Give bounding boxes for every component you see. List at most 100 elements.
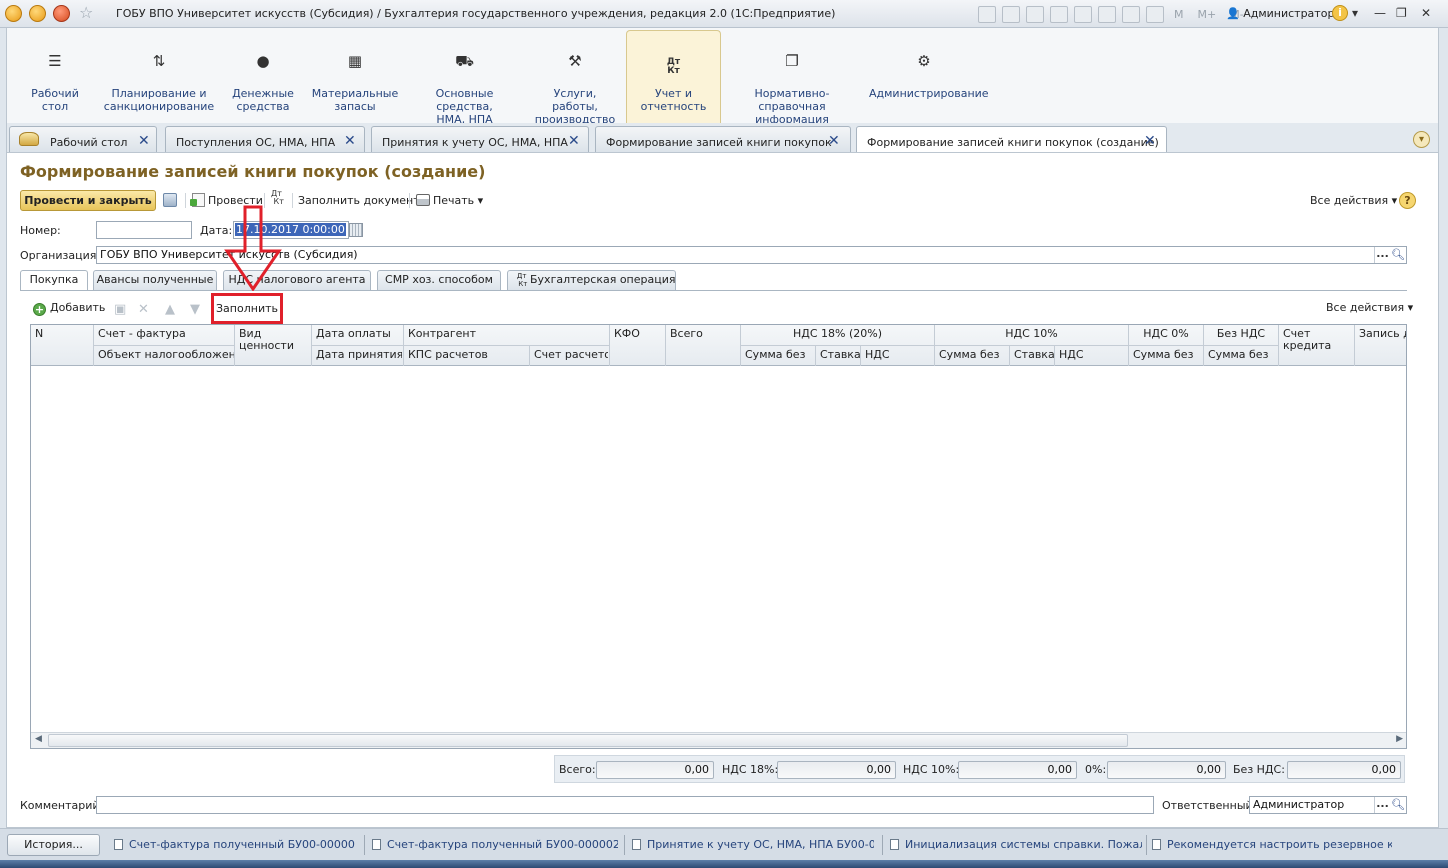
- col-vat0-sum[interactable]: Сумма без: [1129, 346, 1203, 361]
- col-pay-date[interactable]: Дата оплаты: [312, 325, 402, 340]
- add-favorite-icon[interactable]: [1050, 5, 1068, 23]
- section-planning[interactable]: ⇅ Планирование и санкционирование: [100, 28, 218, 123]
- add-row-button[interactable]: + Добавить: [33, 298, 105, 318]
- number-field[interactable]: [96, 221, 192, 239]
- section-services[interactable]: ⚒ Услуги, работы, производство: [529, 28, 621, 127]
- print-button[interactable]: Печать ▾: [416, 190, 483, 211]
- col-vat18-group[interactable]: НДС 18% (20%): [741, 325, 934, 340]
- minimize-icon[interactable]: —: [1374, 6, 1386, 20]
- col-no-vat-sum[interactable]: Сумма без: [1204, 346, 1278, 361]
- section-desktop[interactable]: ☰ Рабочий стол: [17, 28, 93, 123]
- 1c-logo-icon[interactable]: [5, 5, 22, 22]
- tab-construction[interactable]: СМР хоз. способом: [377, 270, 501, 290]
- col-vat10-rate[interactable]: Ставка: [1010, 346, 1054, 361]
- search-icon[interactable]: 🔍︎: [1391, 798, 1405, 812]
- organization-field[interactable]: ГОБУ ВПО Университет искусств (Субсидия)…: [96, 246, 1407, 264]
- close-icon[interactable]: ✕: [138, 133, 150, 149]
- section-admin[interactable]: ⚙ Администрирование: [869, 28, 989, 123]
- save-button[interactable]: [163, 190, 180, 211]
- home-icon[interactable]: [53, 5, 70, 22]
- history-button[interactable]: История...: [7, 834, 100, 856]
- col-total[interactable]: Всего: [666, 325, 740, 340]
- calendar-icon[interactable]: [349, 223, 363, 237]
- col-tax-object[interactable]: Объект налогообложения: [94, 346, 234, 361]
- col-no-vat[interactable]: Без НДС: [1204, 325, 1278, 340]
- close-icon[interactable]: ✕: [828, 133, 840, 149]
- favorites-star-icon[interactable]: ☆: [79, 3, 93, 22]
- history-item[interactable]: Рекомендуется настроить резервное коп...: [1152, 838, 1392, 851]
- select-button[interactable]: ...: [1374, 247, 1390, 263]
- col-n[interactable]: N: [31, 325, 93, 340]
- history-item[interactable]: Принятие к учету ОС, НМА, НПА БУ00-00...: [632, 838, 874, 851]
- fill-document-button[interactable]: Заполнить документ: [298, 190, 420, 211]
- search-icon[interactable]: 🔍︎: [1391, 248, 1405, 262]
- responsible-field[interactable]: Администратор ... 🔍︎: [1249, 796, 1407, 814]
- delete-icon[interactable]: ✕: [138, 302, 149, 317]
- history-item[interactable]: Счет-фактура полученный БУ00-000001 от..…: [114, 838, 356, 851]
- move-down-icon[interactable]: ▼: [190, 302, 200, 317]
- section-fixed-assets[interactable]: ⛟ Основные средства, НМА, НПА: [407, 28, 522, 127]
- col-value-type[interactable]: Вид ценности: [235, 325, 311, 352]
- col-vat10-group[interactable]: НДС 10%: [935, 325, 1128, 340]
- col-record[interactable]: Запись до: [1355, 325, 1406, 340]
- chevron-down-icon[interactable]: ▾: [1352, 6, 1358, 20]
- link-icon[interactable]: [978, 5, 996, 23]
- close-icon[interactable]: ✕: [344, 133, 356, 149]
- current-user[interactable]: 👤 Администратор: [1226, 7, 1334, 20]
- copy-icon[interactable]: ▣: [114, 302, 126, 317]
- calendar-icon[interactable]: [1146, 5, 1164, 23]
- table-all-actions-button[interactable]: Все действия ▾: [1326, 298, 1413, 318]
- close-icon[interactable]: ✕: [1421, 6, 1431, 20]
- tab-desktop[interactable]: Рабочий стол ✕: [9, 126, 157, 153]
- calculator-icon[interactable]: [1122, 5, 1140, 23]
- post-and-close-button[interactable]: Провести и закрыть: [20, 190, 156, 211]
- tabs-dropdown-icon[interactable]: ▾: [1413, 131, 1430, 148]
- col-credit-account[interactable]: Счет кредита: [1279, 325, 1353, 352]
- scroll-left-icon[interactable]: ◀: [35, 734, 42, 744]
- section-reference[interactable]: ❐ Нормативно-справочная информация: [727, 28, 857, 127]
- scroll-right-icon[interactable]: ▶: [1396, 734, 1403, 744]
- purchase-table[interactable]: N Счет - фактура Объект налогообложения …: [30, 324, 1407, 749]
- select-button[interactable]: ...: [1374, 797, 1390, 813]
- tab-advances[interactable]: Авансы полученные: [93, 270, 217, 290]
- col-vat18-vat[interactable]: НДС: [861, 346, 933, 361]
- col-counterparty[interactable]: Контрагент: [404, 325, 608, 340]
- col-vat18-sum[interactable]: Сумма без: [741, 346, 815, 361]
- favorite-icon[interactable]: [1074, 5, 1092, 23]
- tab-accounting-operation[interactable]: Дт Кт Бухгалтерская операция: [507, 270, 676, 290]
- comment-field[interactable]: [96, 796, 1154, 814]
- tab-purchase-book[interactable]: Формирование записей книги покупок ✕: [595, 126, 851, 153]
- col-kps[interactable]: КПС расчетов: [404, 346, 528, 361]
- history-icon[interactable]: [1098, 5, 1116, 23]
- close-icon[interactable]: ✕: [568, 133, 580, 149]
- col-vat18-rate[interactable]: Ставка: [816, 346, 860, 361]
- col-accept-date[interactable]: Дата принятия: [312, 346, 402, 361]
- tab-purchase[interactable]: Покупка: [20, 270, 88, 291]
- col-settle-account[interactable]: Счет расчетов: [530, 346, 608, 361]
- history-item[interactable]: Счет-фактура полученный БУ00-000002 от..…: [372, 838, 618, 851]
- close-icon[interactable]: ✕: [1144, 133, 1156, 149]
- all-actions-button[interactable]: Все действия ▾: [1310, 190, 1397, 211]
- horizontal-scrollbar[interactable]: ◀ ▶: [31, 732, 1406, 748]
- print-icon[interactable]: [1002, 5, 1020, 23]
- col-vat10-sum[interactable]: Сумма без: [935, 346, 1009, 361]
- move-up-icon[interactable]: ▲: [165, 302, 175, 317]
- scrollbar-thumb[interactable]: [48, 734, 1128, 747]
- section-inventory[interactable]: ▦ Материальные запасы: [310, 28, 400, 123]
- restore-icon[interactable]: ❐: [1396, 6, 1407, 20]
- memory-plus-button[interactable]: M+: [1198, 8, 1217, 21]
- fill-button[interactable]: Заполнить: [211, 293, 283, 324]
- section-accounting[interactable]: Дт Кт Учет и отчетность: [626, 30, 721, 123]
- history-item[interactable]: Инициализация системы справки. Пожал...: [890, 838, 1142, 851]
- info-icon[interactable]: i: [1332, 5, 1348, 21]
- save-icon[interactable]: [1026, 5, 1044, 23]
- tab-purchase-book-create[interactable]: Формирование записей книги покупок (созд…: [856, 126, 1167, 154]
- memory-m-button[interactable]: M: [1174, 8, 1184, 21]
- tab-acceptance[interactable]: Принятия к учету ОС, НМА, НПА ✕: [371, 126, 589, 153]
- col-kfo[interactable]: КФО: [610, 325, 664, 340]
- help-icon[interactable]: ?: [1399, 192, 1416, 209]
- main-menu-icon[interactable]: [29, 5, 46, 22]
- tab-receipts[interactable]: Поступления ОС, НМА, НПА ✕: [165, 126, 365, 153]
- section-money[interactable]: ● Денежные средства: [225, 28, 301, 123]
- col-vat0[interactable]: НДС 0%: [1129, 325, 1203, 340]
